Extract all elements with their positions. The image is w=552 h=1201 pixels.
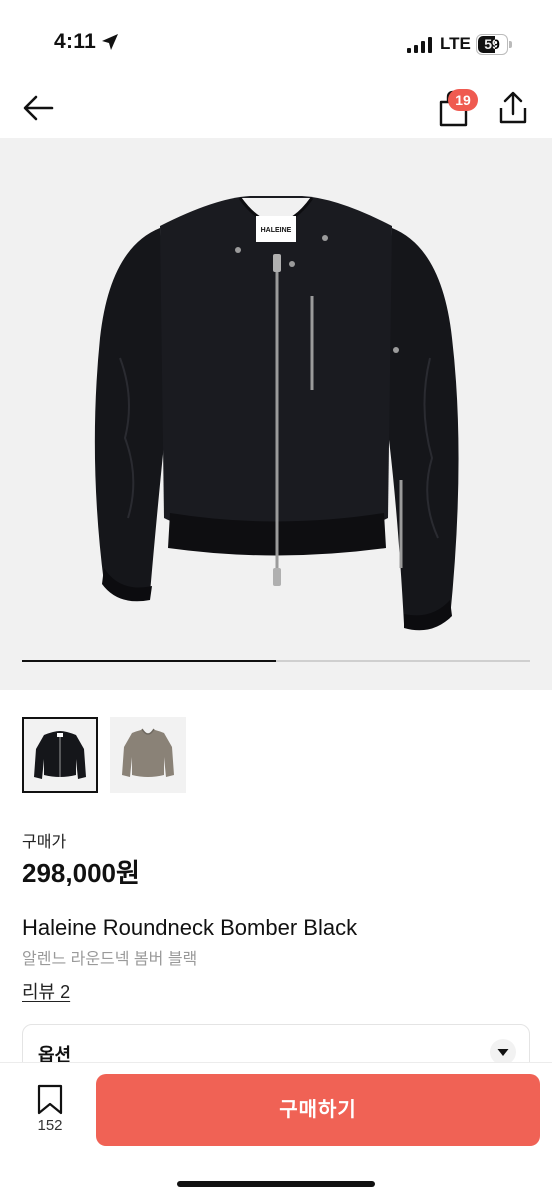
gallery-progress-fill <box>22 660 276 662</box>
product-photo-black-jacket: HALEINE <box>94 196 459 631</box>
jacket-brand-tag: HALEINE <box>261 227 292 234</box>
gallery-progress-track <box>22 660 530 662</box>
product-price: 298,000원 <box>22 858 140 888</box>
bookmark-button[interactable]: 152 <box>30 1083 70 1143</box>
status-bar: 4:11 LTE 59 <box>0 0 552 80</box>
thumbnail-khaki-image <box>110 717 186 793</box>
product-name-en: Haleine Roundneck Bomber Black <box>22 915 358 940</box>
share-icon <box>499 91 527 124</box>
arrow-left-icon <box>23 95 54 121</box>
home-indicator <box>177 1181 375 1187</box>
buy-button[interactable]: 구매하기 <box>96 1074 540 1146</box>
battery-level: 59 <box>484 36 500 52</box>
back-button[interactable] <box>20 90 60 126</box>
product-name-ko: 알렌느 라운드넥 봄버 블랙 <box>22 951 198 968</box>
location-arrow-icon <box>102 34 118 50</box>
thumbnail-khaki[interactable] <box>110 717 186 793</box>
cart-count-badge: 19 <box>448 89 478 111</box>
share-button[interactable] <box>496 90 530 126</box>
thumbnail-black-image <box>24 719 96 791</box>
network-label: LTE <box>440 34 471 53</box>
review-link[interactable]: 리뷰 2 <box>22 978 70 1004</box>
signal-icon <box>407 37 432 53</box>
battery-icon: 59 <box>476 34 512 55</box>
price-label: 구매가 <box>22 834 67 851</box>
thumbnail-black[interactable] <box>22 717 98 793</box>
bookmark-count: 152 <box>37 1117 63 1134</box>
product-image-gallery[interactable]: HALEINE <box>0 138 552 690</box>
bookmark-icon <box>37 1084 63 1115</box>
status-time: 4:11 <box>54 30 97 53</box>
